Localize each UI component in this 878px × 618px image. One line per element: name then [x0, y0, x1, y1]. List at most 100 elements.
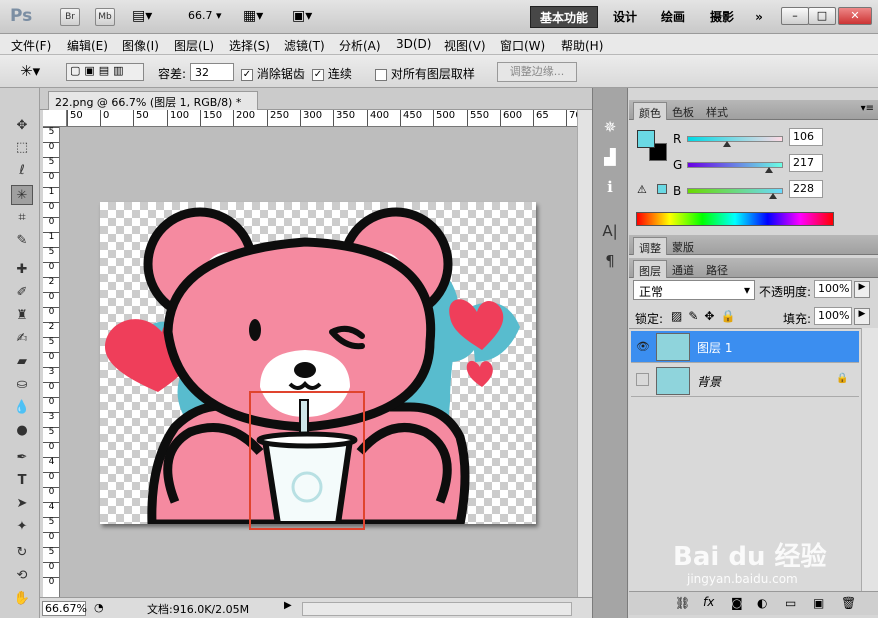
foreground-color-swatch[interactable]: [637, 130, 655, 148]
adjustment-layer-icon[interactable]: ◐: [757, 596, 767, 610]
opacity-slider-toggle[interactable]: ▶: [854, 281, 870, 298]
view-extras-icon[interactable]: ▤▾: [132, 8, 152, 24]
workspace-essentials[interactable]: 基本功能: [530, 6, 598, 28]
3d-orbit-tool-icon[interactable]: ⟲: [11, 566, 33, 586]
tab-adjustments[interactable]: 调整: [633, 237, 667, 255]
delete-layer-icon[interactable]: 🗑: [841, 596, 856, 610]
paragraph-panel-icon[interactable]: ¶: [596, 248, 624, 274]
add-mask-icon[interactable]: ◙: [731, 596, 743, 610]
contiguous-checkbox[interactable]: ✓ 连续: [312, 65, 352, 82]
lasso-tool-icon[interactable]: ℓ: [11, 161, 33, 181]
tab-styles[interactable]: 样式: [701, 102, 733, 120]
menu-layer[interactable]: 图层(L): [174, 37, 214, 54]
history-brush-tool-icon[interactable]: ✍: [11, 329, 33, 349]
status-info-icon[interactable]: ◔: [94, 601, 104, 614]
gamut-color-swatch[interactable]: [657, 184, 667, 194]
blue-slider-knob[interactable]: [769, 193, 777, 199]
tab-paths[interactable]: 路径: [701, 260, 733, 278]
type-tool-icon[interactable]: T: [11, 471, 33, 491]
layers-scrollbar[interactable]: [861, 328, 878, 591]
tab-channels[interactable]: 通道: [667, 260, 699, 278]
horizontal-scrollbar[interactable]: [302, 602, 572, 616]
menu-filter[interactable]: 滤镜(T): [284, 37, 325, 54]
info-panel-icon[interactable]: ℹ: [596, 174, 624, 200]
visibility-empty-icon[interactable]: [636, 373, 649, 386]
tab-swatches[interactable]: 色板: [667, 102, 699, 120]
new-group-icon[interactable]: ▭: [785, 596, 796, 610]
menu-3d[interactable]: 3D(D): [396, 37, 431, 51]
visibility-eye-icon[interactable]: 👁: [636, 340, 650, 353]
navigator-panel-icon[interactable]: ✵: [596, 114, 624, 140]
clone-stamp-tool-icon[interactable]: ♜: [11, 306, 33, 326]
layer-row[interactable]: 背景 🔒: [631, 365, 859, 397]
paint-bucket-tool-icon[interactable]: ⛀: [11, 375, 33, 395]
fill-slider-toggle[interactable]: ▶: [854, 308, 870, 325]
menu-window[interactable]: 窗口(W): [500, 37, 545, 54]
restore-button[interactable]: □: [808, 7, 836, 25]
menu-file[interactable]: 文件(F): [11, 37, 51, 54]
layer-name[interactable]: 图层 1: [697, 339, 732, 356]
tab-color[interactable]: 颜色: [633, 102, 667, 120]
green-slider-knob[interactable]: [765, 167, 773, 173]
magic-wand-preset-icon[interactable]: ✳▾: [20, 62, 40, 80]
minimize-button[interactable]: –: [781, 7, 809, 25]
red-slider[interactable]: [687, 136, 783, 142]
tab-layers[interactable]: 图层: [633, 260, 667, 278]
workspace-photography[interactable]: 摄影: [702, 6, 742, 28]
more-workspaces-icon[interactable]: »: [748, 6, 770, 28]
menu-analysis[interactable]: 分析(A): [339, 37, 381, 54]
blur-tool-icon[interactable]: 💧: [11, 398, 33, 418]
gamut-warning-icon[interactable]: ⚠: [637, 183, 647, 196]
layer-style-icon[interactable]: fx: [703, 595, 714, 609]
histogram-panel-icon[interactable]: ▟: [596, 144, 624, 170]
vertical-scrollbar[interactable]: [577, 110, 592, 597]
eraser-tool-icon[interactable]: ▰: [11, 352, 33, 372]
blend-mode-dropdown[interactable]: 正常 ▾: [633, 280, 755, 300]
blue-value-field[interactable]: 228: [789, 180, 823, 198]
menu-help[interactable]: 帮助(H): [561, 37, 603, 54]
3d-rotate-tool-icon[interactable]: ↻: [11, 543, 33, 563]
sample-all-layers-checkbox[interactable]: 对所有图层取样: [375, 65, 475, 82]
eyedropper-tool-icon[interactable]: ✎: [11, 231, 33, 251]
mini-bridge-button[interactable]: Mb: [95, 8, 115, 26]
antialias-checkbox[interactable]: ✓ 消除锯齿: [241, 65, 305, 82]
zoom-level-dropdown[interactable]: 66.7 ▾: [188, 9, 222, 22]
layer-name[interactable]: 背景: [697, 373, 721, 390]
red-value-field[interactable]: 106: [789, 128, 823, 146]
path-selection-tool-icon[interactable]: ➤: [11, 494, 33, 514]
tolerance-input[interactable]: 32: [190, 63, 234, 81]
marquee-tool-icon[interactable]: ⬚: [11, 138, 33, 158]
menu-view[interactable]: 视图(V): [444, 37, 486, 54]
opacity-field[interactable]: 100%: [814, 280, 852, 298]
menu-edit[interactable]: 编辑(E): [67, 37, 108, 54]
tab-masks[interactable]: 蒙版: [667, 237, 699, 255]
red-slider-knob[interactable]: [723, 141, 731, 147]
fill-field[interactable]: 100%: [814, 307, 852, 325]
color-spectrum-bar[interactable]: [636, 212, 834, 226]
workspace-design[interactable]: 设计: [605, 6, 645, 28]
menu-image[interactable]: 图像(I): [122, 37, 159, 54]
document-tab[interactable]: 22.png @ 66.7% (图层 1, RGB/8) * ✕: [48, 91, 258, 124]
panel-menu-icon[interactable]: ▾≡: [861, 103, 874, 114]
lock-options-icons[interactable]: ▨✎✥🔒: [671, 309, 741, 323]
selection-mode-buttons[interactable]: ▢▣▤▥: [66, 63, 144, 81]
status-menu-arrow-icon[interactable]: ▶: [284, 600, 292, 611]
workspace-painting[interactable]: 绘画: [652, 6, 694, 28]
link-layers-icon[interactable]: ⛓: [675, 596, 690, 610]
shape-tool-icon[interactable]: ✦: [11, 517, 33, 537]
screen-mode-icon[interactable]: ▣▾: [292, 8, 312, 24]
pen-tool-icon[interactable]: ✒: [11, 448, 33, 468]
green-value-field[interactable]: 217: [789, 154, 823, 172]
dodge-tool-icon[interactable]: ●: [11, 421, 33, 441]
hand-tool-icon[interactable]: ✋: [11, 589, 33, 609]
crop-tool-icon[interactable]: ⌗: [11, 208, 33, 228]
brush-tool-icon[interactable]: ✐: [11, 283, 33, 303]
status-zoom-field[interactable]: 66.67%: [42, 601, 87, 616]
close-button[interactable]: ✕: [838, 7, 872, 25]
ruler-origin[interactable]: [43, 110, 67, 127]
layer-row[interactable]: 👁 图层 1: [631, 331, 859, 363]
magic-wand-tool-icon[interactable]: ✳: [11, 185, 33, 205]
move-tool-icon[interactable]: ✥: [11, 116, 33, 136]
healing-brush-tool-icon[interactable]: ✚: [11, 260, 33, 280]
arrange-documents-icon[interactable]: ▦▾: [243, 8, 263, 24]
